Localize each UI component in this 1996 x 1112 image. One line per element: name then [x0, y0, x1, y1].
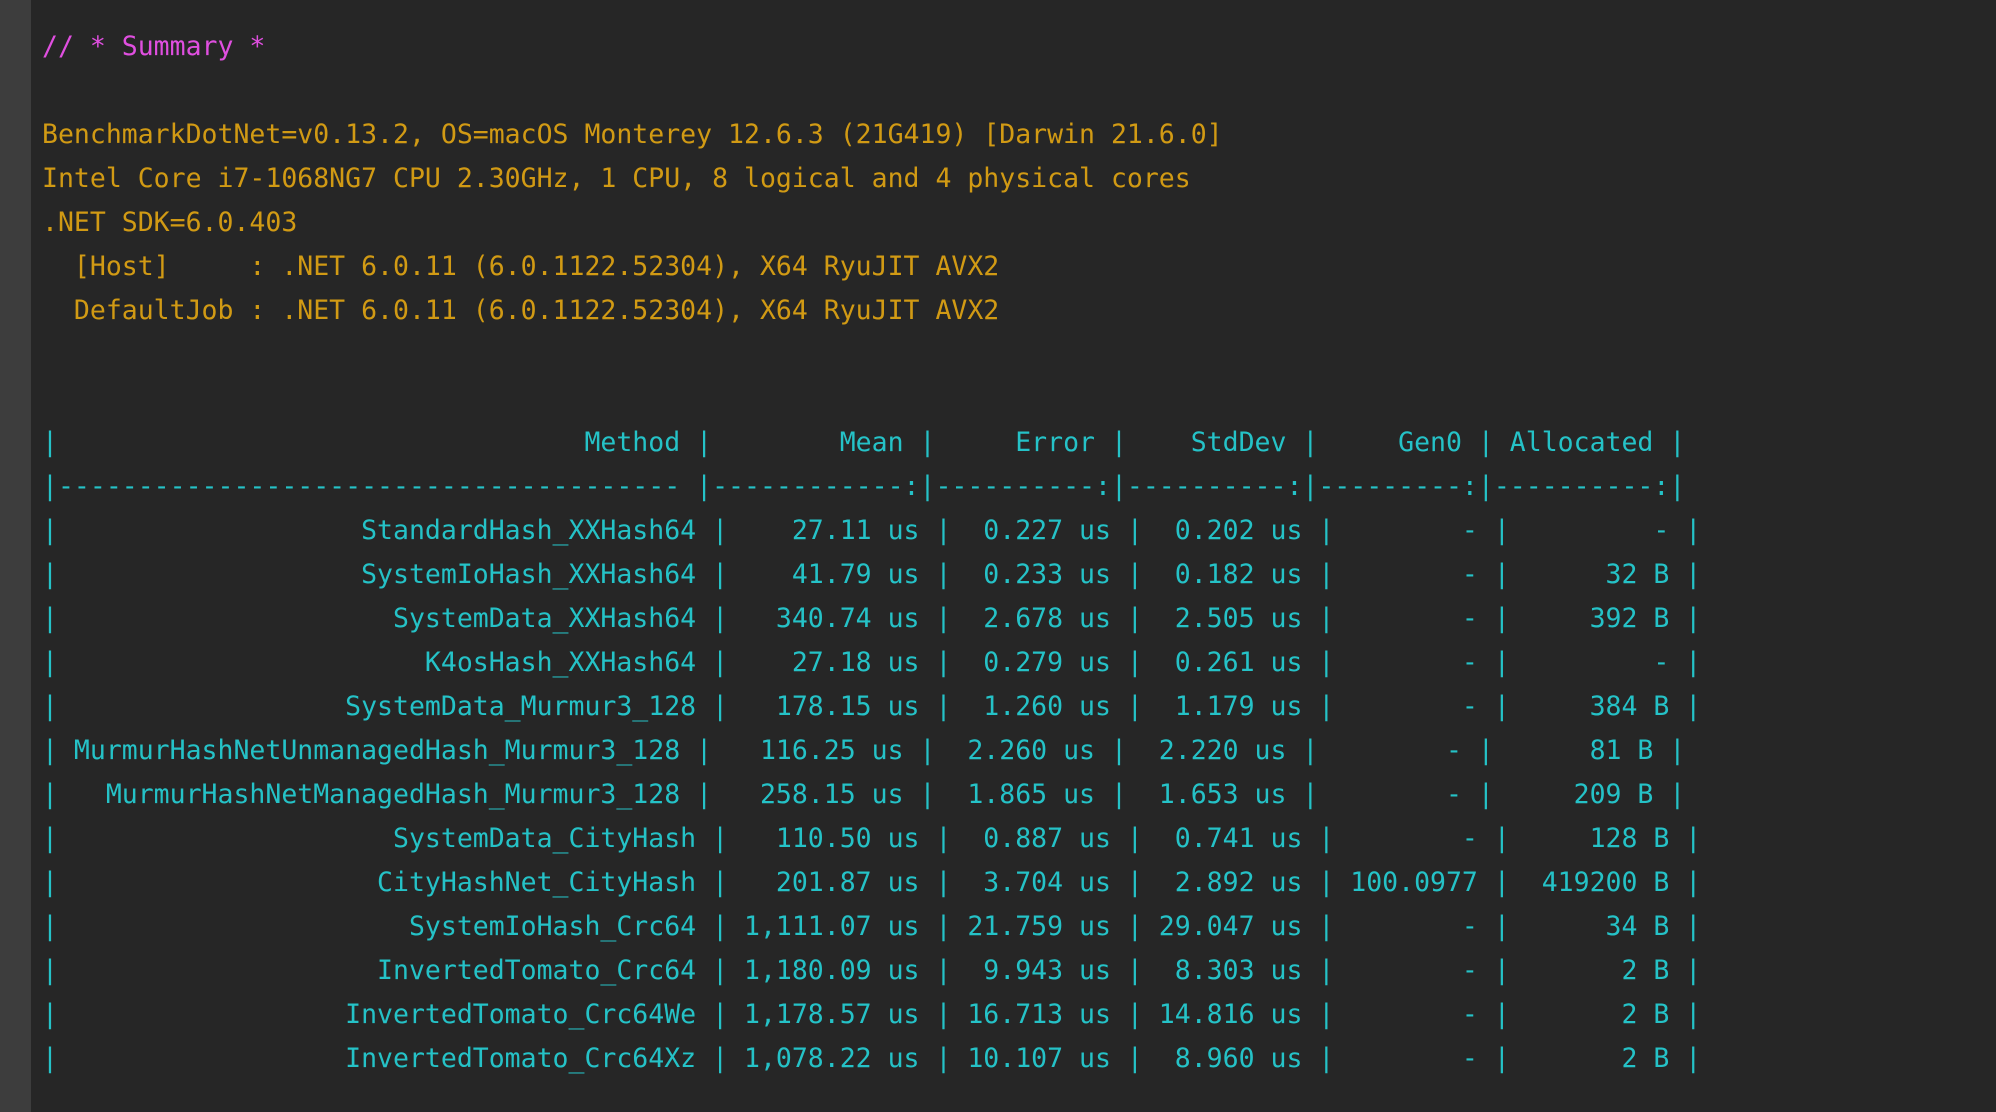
editor-gutter — [0, 0, 31, 1112]
table-row: | StandardHash_XXHash64 | 27.11 us | 0.2… — [42, 515, 1702, 546]
table-row: | InvertedTomato_Crc64We | 1,178.57 us |… — [42, 999, 1702, 1030]
table-row: | MurmurHashNetManagedHash_Murmur3_128 |… — [42, 779, 1686, 810]
env-sdk-line: .NET SDK=6.0.403 — [42, 207, 298, 238]
table-row: | SystemIoHash_XXHash64 | 41.79 us | 0.2… — [42, 559, 1702, 590]
table-row: | CityHashNet_CityHash | 201.87 us | 3.7… — [42, 867, 1702, 898]
env-host-line: [Host] : .NET 6.0.11 (6.0.1122.52304), X… — [42, 251, 1000, 282]
table-separator: |---------------------------------------… — [42, 471, 1686, 502]
console-output: // * Summary * BenchmarkDotNet=v0.13.2, … — [42, 25, 1701, 1081]
table-row: | InvertedTomato_Crc64 | 1,180.09 us | 9… — [42, 955, 1702, 986]
env-cpu-line: Intel Core i7-1068NG7 CPU 2.30GHz, 1 CPU… — [42, 163, 1191, 194]
env-benchmarkdotnet-line: BenchmarkDotNet=v0.13.2, OS=macOS Monter… — [42, 119, 1223, 150]
table-row: | SystemData_CityHash | 110.50 us | 0.88… — [42, 823, 1702, 854]
table-row: | SystemData_Murmur3_128 | 178.15 us | 1… — [42, 691, 1702, 722]
table-header: | Method | Mean | Error | StdDev | Gen0 … — [42, 427, 1686, 458]
table-row: | SystemIoHash_Crc64 | 1,111.07 us | 21.… — [42, 911, 1702, 942]
table-row: | InvertedTomato_Crc64Xz | 1,078.22 us |… — [42, 1043, 1702, 1074]
summary-heading: // * Summary * — [42, 31, 266, 62]
table-row: | K4osHash_XXHash64 | 27.18 us | 0.279 u… — [42, 647, 1702, 678]
table-row: | SystemData_XXHash64 | 340.74 us | 2.67… — [42, 603, 1702, 634]
table-row: | MurmurHashNetUnmanagedHash_Murmur3_128… — [42, 735, 1686, 766]
env-defaultjob-line: DefaultJob : .NET 6.0.11 (6.0.1122.52304… — [42, 295, 1000, 326]
